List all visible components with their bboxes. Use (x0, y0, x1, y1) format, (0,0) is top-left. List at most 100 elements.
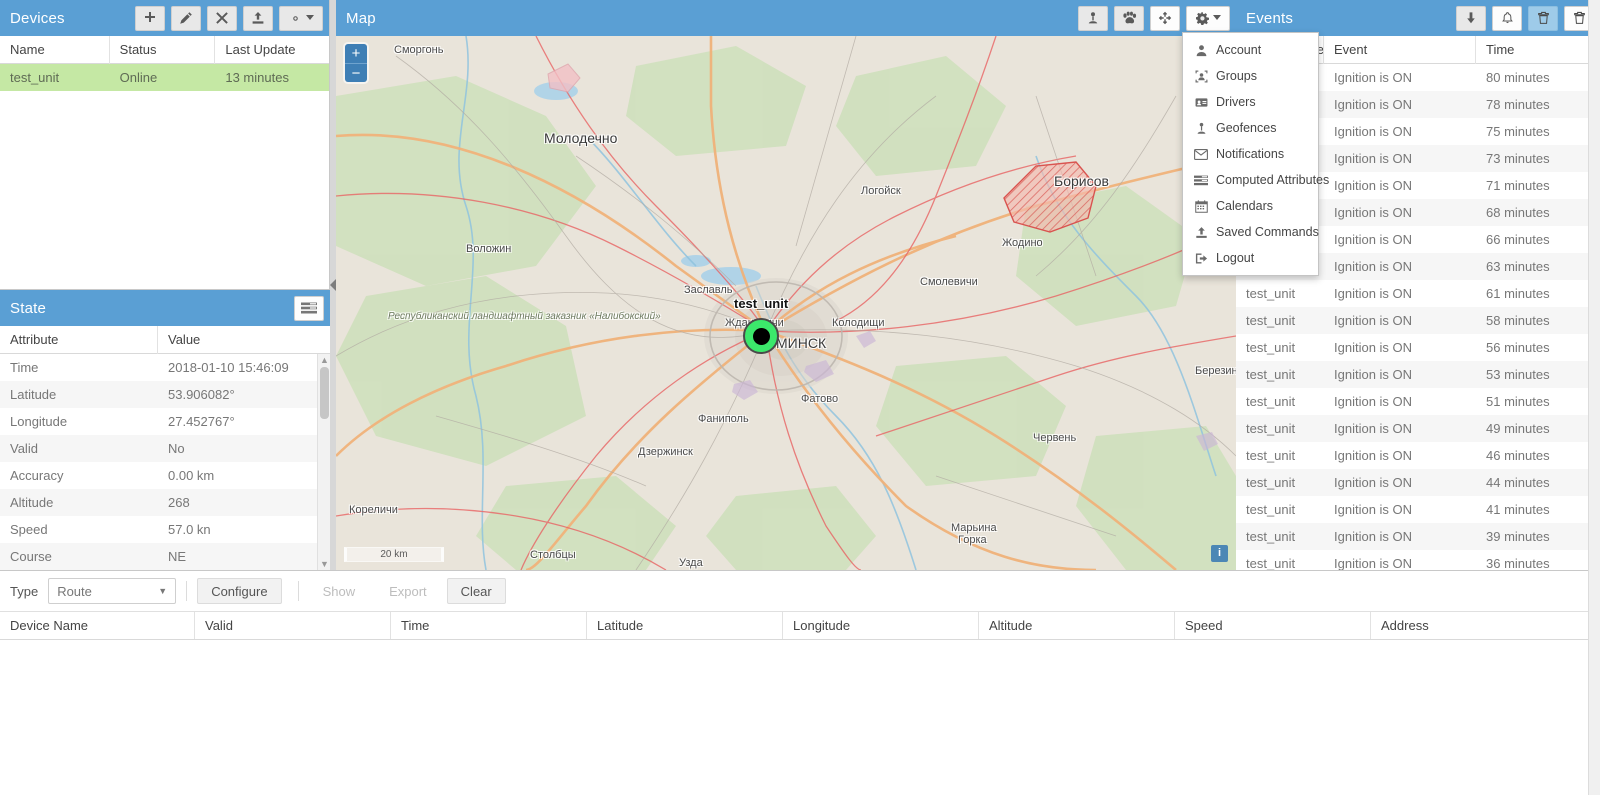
table-row[interactable]: Longitude 27.452767° (0, 408, 330, 435)
state-col-value[interactable]: Value (158, 326, 330, 354)
menu-item-computed-attributes[interactable]: Computed Attributes (1183, 167, 1329, 193)
menu-item-drivers[interactable]: Drivers (1183, 89, 1318, 115)
table-row[interactable]: Speed 57.0 kn (0, 516, 330, 543)
report-col-altitude[interactable]: Altitude (979, 612, 1175, 639)
table-row[interactable]: test_unit Ignition is ON 61 minutes (1236, 280, 1600, 307)
table-row[interactable]: test_unit Ignition is ON 56 minutes (1236, 334, 1600, 361)
table-row[interactable]: Time 2018-01-10 15:46:09 (0, 354, 330, 381)
menu-item-label: Logout (1216, 251, 1255, 265)
bell-icon (1501, 12, 1513, 24)
upload-device-button[interactable] (243, 5, 273, 31)
groups-icon (1191, 70, 1211, 83)
table-row[interactable]: test_unit Ignition is ON 41 minutes (1236, 496, 1600, 523)
events-col-time[interactable]: Time (1476, 36, 1600, 64)
state-attributes-button[interactable] (294, 295, 324, 321)
clear-events-button[interactable] (1528, 5, 1558, 31)
export-button[interactable]: Export (375, 578, 441, 604)
map-place-label: Червень (1033, 432, 1077, 444)
table-row[interactable]: test_unit Ignition is ON 44 minutes (1236, 469, 1600, 496)
devices-col-name[interactable]: Name (0, 36, 110, 64)
report-col-latitude[interactable]: Latitude (587, 612, 783, 639)
table-row[interactable]: test_unit Ignition is ON 39 minutes (1236, 523, 1600, 550)
table-row[interactable]: test_unit Ignition is ON 49 minutes (1236, 415, 1600, 442)
table-row[interactable]: test_unit Ignition is ON 53 minutes (1236, 361, 1600, 388)
events-col-event[interactable]: Event (1324, 36, 1476, 64)
map-settings-dropdown-menu[interactable]: Account Groups Drivers Geofences Notificatio… (1182, 32, 1329, 276)
report-col-time[interactable]: Time (391, 612, 587, 639)
zoom-out-button[interactable]: − (345, 63, 367, 82)
menu-item-account[interactable]: Account (1183, 37, 1318, 63)
menu-item-groups[interactable]: Groups (1183, 63, 1318, 89)
configure-button[interactable]: Configure (197, 578, 282, 604)
table-row[interactable]: Altitude 268 (0, 489, 330, 516)
table-row[interactable]: test_unit Ignition is ON 46 minutes (1236, 442, 1600, 469)
state-col-attribute[interactable]: Attribute (0, 326, 158, 354)
table-row[interactable]: Accuracy 0.00 km (0, 462, 330, 489)
state-attribute-value: No (168, 441, 185, 456)
gear-icon (1195, 11, 1209, 25)
menu-item-notifications[interactable]: Notifications (1183, 141, 1318, 167)
table-row[interactable]: Latitude 53.906082° (0, 381, 330, 408)
event-name: Ignition is ON (1334, 259, 1413, 274)
report-toolbar: Type Route ▼ Configure Show Export Clear (0, 571, 1600, 612)
table-row[interactable]: test_unit Ignition is ON 58 minutes (1236, 307, 1600, 334)
report-col-longitude[interactable]: Longitude (783, 612, 979, 639)
map-settings-button[interactable] (1186, 5, 1230, 31)
track-button[interactable] (1114, 5, 1144, 31)
table-row[interactable]: Course NE (0, 543, 330, 570)
window-scrollbar[interactable] (1588, 0, 1600, 795)
map-place-label: Столбцы (530, 549, 576, 561)
device-settings-button[interactable] (279, 5, 323, 31)
menu-item-saved-commands[interactable]: Saved Commands (1183, 219, 1319, 245)
remove-device-button[interactable] (207, 5, 237, 31)
geofence-button[interactable] (1078, 5, 1108, 31)
report-type-select[interactable]: Route ▼ (48, 578, 177, 604)
zoom-in-button[interactable]: + (345, 44, 367, 63)
table-row[interactable]: test_unit Ignition is ON 51 minutes (1236, 388, 1600, 415)
state-attribute-name: Valid (10, 441, 38, 456)
notifications-button[interactable] (1492, 5, 1522, 31)
scroll-thumb[interactable] (320, 367, 329, 419)
map-place-label: Жодино (1002, 237, 1043, 249)
event-time: 41 minutes (1486, 502, 1550, 517)
event-name: Ignition is ON (1334, 286, 1413, 301)
scroll-down-arrow[interactable]: ▼ (320, 560, 329, 569)
center-map-button[interactable] (1150, 5, 1180, 31)
menu-item-logout[interactable]: Logout (1183, 245, 1318, 271)
clear-button[interactable]: Clear (446, 578, 506, 604)
table-row[interactable]: Valid No (0, 435, 330, 462)
report-col-address[interactable]: Address (1371, 612, 1600, 639)
devices-col-last-update[interactable]: Last Update (215, 36, 329, 64)
scroll-up-arrow[interactable]: ▲ (320, 356, 329, 365)
menu-item-calendars[interactable]: Calendars (1183, 193, 1318, 219)
menu-item-label: Groups (1216, 69, 1257, 83)
user-icon (1191, 44, 1211, 57)
logout-icon (1191, 252, 1211, 265)
map-place-label: Смолевичи (920, 276, 978, 288)
report-col-device-name[interactable]: Device Name (0, 612, 195, 639)
download-events-button[interactable] (1456, 5, 1486, 31)
event-name: Ignition is ON (1334, 502, 1413, 517)
add-device-button[interactable] (135, 5, 165, 31)
report-col-valid[interactable]: Valid (195, 612, 391, 639)
state-scrollbar[interactable]: ▲ ▼ (317, 354, 330, 571)
map-place-label: МИНСК (776, 335, 827, 351)
zoom-controls[interactable]: + − (345, 44, 367, 82)
event-time: 49 minutes (1486, 421, 1550, 436)
event-device-name: test_unit (1246, 340, 1296, 355)
devices-col-status[interactable]: Status (110, 36, 216, 64)
map-viewport[interactable]: Сморгонь Молодечно Логойск Борисов Воложин Жо… (336, 36, 1236, 570)
state-attribute-value: 27.452767° (168, 414, 235, 429)
menu-item-geofences[interactable]: Geofences (1183, 115, 1318, 141)
state-grid-header: Attribute Value (0, 326, 330, 354)
table-row[interactable]: test_unit Online 13 minutes (0, 64, 329, 91)
device-marker[interactable] (743, 318, 779, 354)
download-arrow-icon (1467, 12, 1475, 24)
map-info-button[interactable]: i (1211, 545, 1228, 562)
edit-device-button[interactable] (171, 5, 201, 31)
report-col-speed[interactable]: Speed (1175, 612, 1371, 639)
table-row[interactable]: test_unit Ignition is ON 36 minutes (1236, 550, 1600, 570)
event-device-name: test_unit (1246, 313, 1296, 328)
show-button[interactable]: Show (308, 578, 370, 604)
device-last-update: 13 minutes (225, 70, 289, 85)
